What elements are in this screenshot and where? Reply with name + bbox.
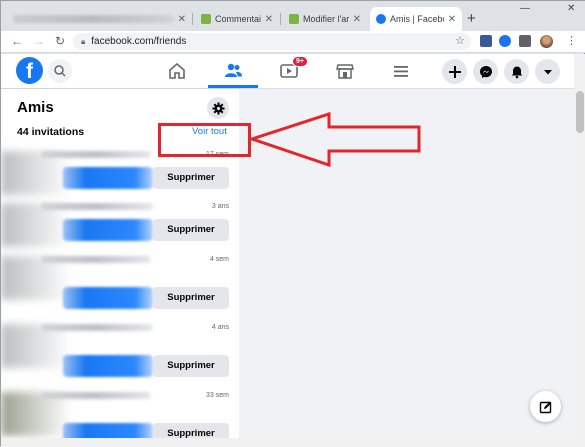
messenger-icon: [479, 65, 492, 78]
facebook-header: f 9+: [1, 54, 574, 89]
tab-strip: ✕ Commentaire ✕ Modifier l'arti ✕ Amis |…: [1, 1, 585, 31]
confirm-button[interactable]: [63, 355, 153, 377]
tab-modifier-article[interactable]: Modifier l'arti ✕: [283, 7, 367, 31]
hamburger-menu-icon: [394, 66, 408, 77]
create-button[interactable]: [442, 59, 467, 84]
blurred-name: [41, 324, 153, 331]
request-time: 33 sem: [206, 392, 229, 399]
tab-title: Modifier l'arti: [303, 14, 349, 24]
scrollbar-thumb[interactable]: [576, 91, 584, 133]
forward-icon[interactable]: →: [33, 34, 45, 48]
blurred-name: [41, 203, 153, 210]
minimize-icon[interactable]: —: [520, 3, 530, 14]
tab-separator: [280, 13, 281, 25]
delete-button[interactable]: Supprimer: [153, 219, 229, 241]
friends-icon: [225, 63, 242, 77]
tab-title: Commentaire: [215, 14, 261, 24]
close-tab-icon[interactable]: ✕: [265, 14, 273, 25]
blurred-name: [41, 151, 151, 158]
profile-avatar[interactable]: [540, 35, 553, 48]
friend-request-item[interactable]: 4 sem Supprimer: [1, 256, 239, 324]
confirm-button[interactable]: [63, 167, 153, 189]
account-button[interactable]: [535, 59, 560, 84]
highlight-box: [158, 123, 251, 157]
browser-window: ✕ Commentaire ✕ Modifier l'arti ✕ Amis |…: [0, 0, 585, 447]
bookmark-star-icon[interactable]: ☆: [455, 34, 465, 47]
site-favicon-icon: [201, 14, 211, 24]
tab-commentaire[interactable]: Commentaire ✕: [195, 7, 279, 31]
tab-separator: [192, 13, 193, 25]
nav-marketplace[interactable]: [320, 54, 370, 88]
browser-toolbar: ← → ↻ 🔒︎ facebook.com/friends ☆ ⋮: [1, 31, 585, 53]
confirm-button[interactable]: [63, 219, 153, 241]
blurred-name: [41, 392, 151, 399]
confirm-button[interactable]: [63, 287, 153, 309]
window-close-icon[interactable]: ✕: [567, 3, 575, 14]
close-tab-icon[interactable]: ✕: [448, 14, 456, 25]
request-time: 4 sem: [209, 256, 229, 263]
tab-amis-facebook[interactable]: Amis | Facebo ✕: [370, 7, 462, 31]
extension-icon[interactable]: [499, 35, 511, 47]
annotation-arrow-icon: [247, 111, 421, 168]
close-tab-icon[interactable]: ✕: [353, 14, 361, 25]
browser-menu-icon[interactable]: ⋮: [566, 34, 577, 47]
marketplace-shop-icon: [336, 64, 354, 79]
settings-button[interactable]: [207, 97, 229, 119]
chevron-down-icon: [543, 69, 552, 74]
request-time: 3 ans: [211, 203, 229, 210]
nav-menu[interactable]: [376, 54, 426, 88]
puzzle-extensions-icon[interactable]: [519, 35, 531, 47]
extension-icon[interactable]: [480, 35, 492, 47]
plus-icon: [448, 65, 461, 78]
messenger-button[interactable]: [473, 59, 498, 84]
url-text: facebook.com/friends: [91, 36, 187, 47]
tab-blurred[interactable]: ✕: [7, 7, 192, 31]
delete-button[interactable]: Supprimer: [153, 287, 229, 309]
facebook-logo[interactable]: f: [16, 57, 43, 84]
request-time: 4 ans: [211, 324, 229, 331]
back-icon[interactable]: ←: [11, 34, 23, 48]
new-message-button[interactable]: [530, 391, 561, 422]
search-icon: [54, 65, 66, 77]
search-button[interactable]: [48, 59, 72, 83]
page-title: Amis: [17, 99, 54, 116]
notifications-button[interactable]: [504, 59, 529, 84]
invitations-count: 44 invitations: [17, 126, 85, 138]
reload-icon[interactable]: ↻: [55, 34, 65, 48]
compose-edit-icon: [539, 401, 551, 413]
nav-friends[interactable]: [208, 54, 258, 88]
tab-title: Amis | Facebo: [390, 14, 444, 24]
friend-request-item[interactable]: 4 ans Supprimer: [1, 324, 239, 392]
gear-icon: [211, 101, 225, 115]
nav-home[interactable]: [152, 54, 202, 88]
blurred-name: [41, 256, 151, 263]
delete-button[interactable]: Supprimer: [153, 355, 229, 377]
nav-watch[interactable]: 9+: [264, 54, 314, 88]
facebook-favicon-icon: [376, 14, 386, 24]
notification-badge: 9+: [292, 56, 308, 67]
lock-icon: 🔒︎: [81, 36, 86, 46]
address-bar[interactable]: 🔒︎ facebook.com/friends ☆: [73, 33, 471, 50]
blurred-tab-title: [13, 15, 174, 23]
bell-icon: [511, 66, 522, 78]
new-tab-icon[interactable]: +: [467, 10, 476, 27]
site-favicon-icon: [289, 14, 299, 24]
close-tab-icon[interactable]: ✕: [178, 14, 186, 25]
delete-button[interactable]: Supprimer: [153, 167, 229, 189]
home-icon: [169, 62, 185, 79]
